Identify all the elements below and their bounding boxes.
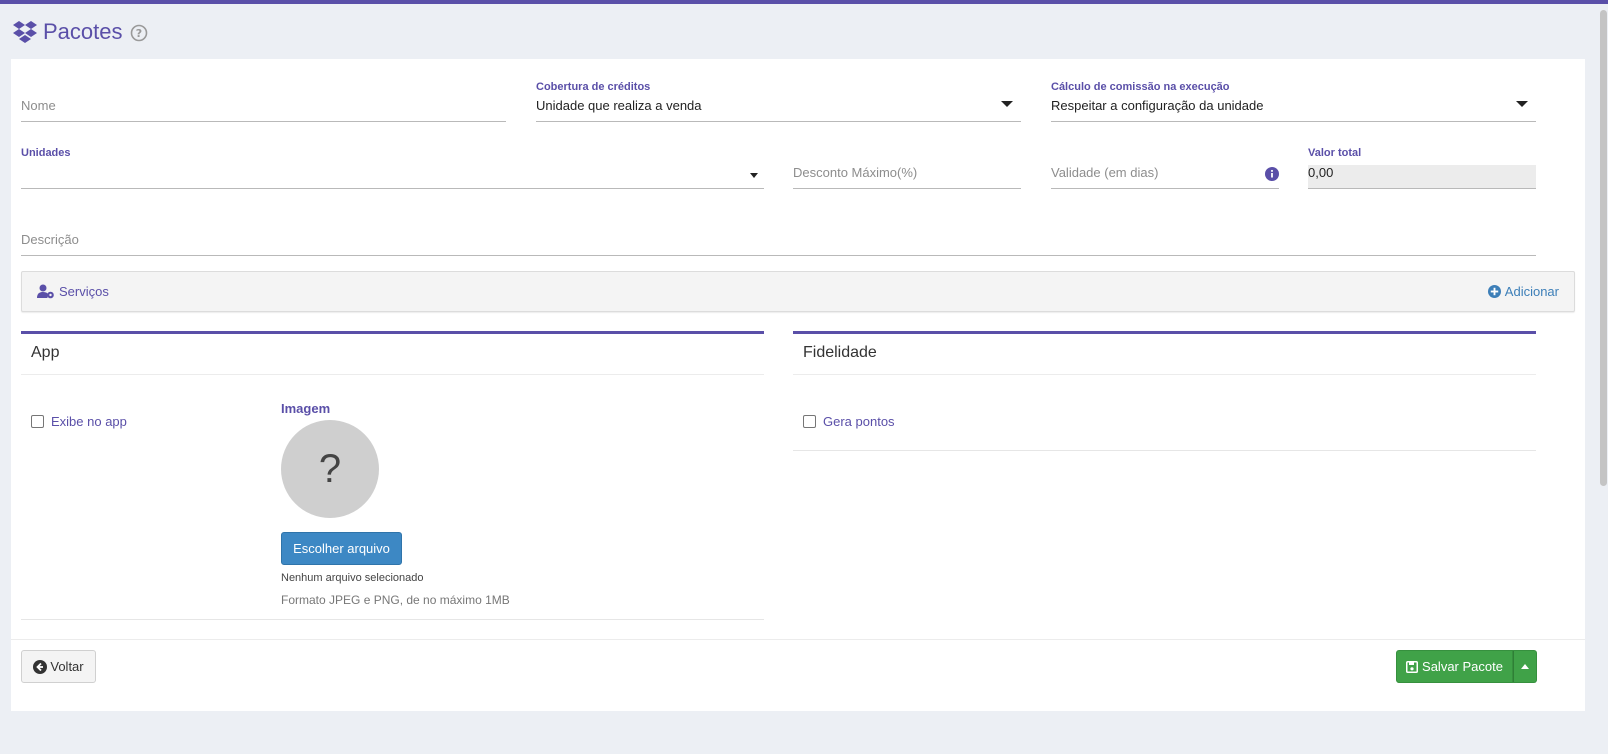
arrow-left-circle-icon xyxy=(33,659,48,674)
desconto-field[interactable]: Desconto Máximo(%) xyxy=(793,147,1021,189)
chevron-down-icon[interactable] xyxy=(1001,101,1013,107)
validade-field[interactable]: Validade (em dias) xyxy=(1051,147,1279,189)
gera-pontos-checkbox[interactable]: Gera pontos xyxy=(803,414,895,429)
cobertura-label: Cobertura de créditos xyxy=(536,81,651,93)
chevron-down-icon[interactable] xyxy=(1516,101,1528,107)
services-toggle[interactable]: Serviços xyxy=(37,272,109,311)
comissao-value: Respeitar a configuração da unidade xyxy=(1051,98,1264,113)
checkbox-box[interactable] xyxy=(803,415,816,428)
format-hint: Formato JPEG e PNG, de no máximo 1MB xyxy=(281,593,510,607)
descricao-field[interactable]: Descrição xyxy=(21,217,1536,256)
page-title: Pacotes xyxy=(43,19,123,44)
image-placeholder: ? xyxy=(281,420,379,518)
valor-total-label: Valor total xyxy=(1308,147,1362,159)
choose-file-label: Escolher arquivo xyxy=(293,541,390,556)
checkbox-box[interactable] xyxy=(31,415,44,428)
comissao-label: Cálculo de comissão na execução xyxy=(1051,81,1230,93)
panel-divider xyxy=(793,374,1536,375)
validade-placeholder: Validade (em dias) xyxy=(1051,165,1159,180)
question-circle-icon[interactable]: ? xyxy=(130,24,148,42)
no-file-text: Nenhum arquivo selecionado xyxy=(281,572,424,584)
dropbox-boxes-icon xyxy=(13,21,37,43)
gera-pontos-label: Gera pontos xyxy=(823,414,895,429)
nome-placeholder: Nome xyxy=(21,98,56,113)
valor-total-field: Valor total 0,00 xyxy=(1308,147,1536,189)
save-package-button[interactable]: Salvar Pacote xyxy=(1396,650,1513,683)
nome-field[interactable]: Nome xyxy=(21,81,506,122)
choose-file-button[interactable]: Escolher arquivo xyxy=(281,532,402,565)
app-panel: App Exibe no app Imagem ? Escolher arqui… xyxy=(21,331,764,620)
footer-divider xyxy=(11,639,1585,640)
valor-total-value: 0,00 xyxy=(1308,165,1334,180)
save-options-dropdown[interactable] xyxy=(1513,650,1537,683)
exibe-no-app-label: Exibe no app xyxy=(51,414,127,429)
top-accent-bar xyxy=(0,0,1608,4)
floppy-disk-icon xyxy=(1406,660,1419,673)
add-service-label: Adicionar xyxy=(1504,284,1559,299)
page-header: Pacotes ? xyxy=(12,16,148,48)
user-gear-icon xyxy=(37,284,54,299)
valor-total-box xyxy=(1308,165,1536,188)
exibe-no-app-checkbox[interactable]: Exibe no app xyxy=(31,414,127,429)
chevron-up-icon xyxy=(1521,664,1529,669)
back-button[interactable]: Voltar xyxy=(21,650,96,683)
chevron-down-icon[interactable] xyxy=(750,173,758,178)
app-panel-title: App xyxy=(31,344,60,361)
panel-divider xyxy=(21,374,764,375)
add-service-button[interactable]: Adicionar xyxy=(1487,272,1559,311)
cobertura-select[interactable]: Cobertura de créditos Unidade que realiz… xyxy=(536,81,1021,122)
save-button-group: Salvar Pacote xyxy=(1396,650,1537,683)
back-label: Voltar xyxy=(50,659,84,674)
info-circle-icon[interactable] xyxy=(1265,167,1279,181)
unidades-label: Unidades xyxy=(21,147,71,159)
scrollbar-thumb[interactable] xyxy=(1600,10,1607,486)
unidades-select[interactable]: Unidades xyxy=(21,147,764,189)
comissao-select[interactable]: Cálculo de comissão na execução Respeita… xyxy=(1051,81,1536,122)
package-form-card: Nome Cobertura de créditos Unidade que r… xyxy=(11,59,1585,711)
desconto-placeholder: Desconto Máximo(%) xyxy=(793,165,918,180)
save-package-label: Salvar Pacote xyxy=(1422,659,1503,674)
plus-circle-icon xyxy=(1487,285,1501,298)
cobertura-value: Unidade que realiza a venda xyxy=(536,98,702,113)
fidelidade-panel-title: Fidelidade xyxy=(803,344,877,361)
services-label: Serviços xyxy=(59,284,109,299)
services-bar: Serviços Adicionar xyxy=(21,271,1575,312)
svg-text:?: ? xyxy=(135,27,141,40)
descricao-placeholder: Descrição xyxy=(21,232,79,247)
image-label: Imagem xyxy=(281,401,331,416)
question-mark-glyph: ? xyxy=(318,446,342,491)
fidelidade-panel: Fidelidade Gera pontos xyxy=(793,331,1536,451)
